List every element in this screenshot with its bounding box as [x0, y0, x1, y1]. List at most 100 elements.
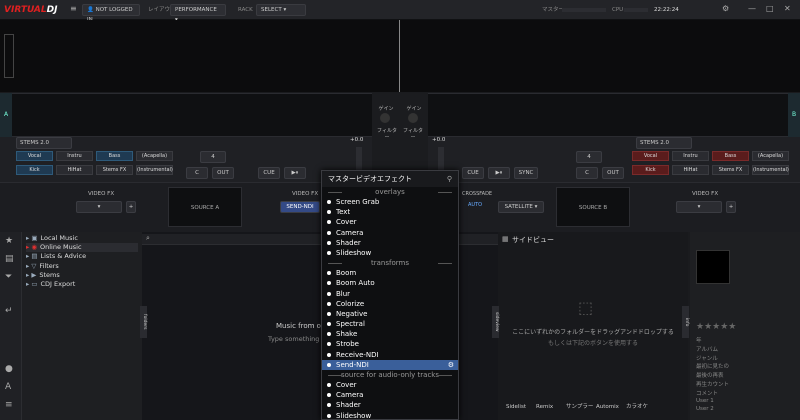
stems-right-select[interactable]: STEMS 2.0	[636, 137, 692, 149]
sideview-button[interactable]: Remix	[536, 400, 553, 414]
tree-item[interactable]: ▸ ▤ Lists & Advice	[26, 252, 86, 261]
stem-pad[interactable]: (Acapella)	[752, 151, 789, 161]
effect-item[interactable]: Slideshow	[322, 248, 458, 258]
gear-icon[interactable]: ⚙	[448, 360, 454, 370]
back-icon[interactable]: ↵	[5, 306, 13, 316]
rack-select[interactable]: SELECT ▾	[256, 4, 306, 16]
loop-in-right[interactable]: C	[576, 167, 598, 179]
effect-item[interactable]: Shader	[322, 400, 458, 410]
satellite-select[interactable]: SATELLITE ▾	[498, 201, 544, 213]
rhythm-waveform[interactable]	[0, 20, 800, 92]
cue-button-left[interactable]: CUE	[258, 167, 280, 179]
stem-pad[interactable]: (Instrumental)	[752, 165, 789, 175]
stem-pad[interactable]: (Acapella)	[136, 151, 173, 161]
stem-pad[interactable]: Vocal	[16, 151, 53, 161]
effect-item[interactable]: Shake	[322, 329, 458, 339]
folders-tab[interactable]: folders	[140, 306, 147, 338]
cue-button-right[interactable]: CUE	[462, 167, 484, 179]
sort-icon[interactable]: ≡	[5, 400, 13, 410]
video-fx-add-left[interactable]: +	[126, 201, 136, 213]
stem-pad[interactable]: HiHat	[672, 165, 709, 175]
effect-item[interactable]: Cover	[322, 380, 458, 390]
stems-left-select[interactable]: STEMS 2.0	[16, 137, 72, 149]
effect-item[interactable]: Receive-NDI	[322, 350, 458, 360]
play-button-right[interactable]: ▶⏸	[488, 167, 510, 179]
play-button-left[interactable]: ▶⏸	[284, 167, 306, 179]
loop-out-right[interactable]: OUT	[602, 167, 624, 179]
sideview-button[interactable]: カラオケ	[626, 400, 648, 414]
star-icon[interactable]: ★	[5, 236, 13, 246]
bullet-icon	[327, 403, 331, 408]
send-ndi-chip[interactable]: SEND-NDI	[280, 201, 320, 213]
menu-icon[interactable]: ≡	[70, 4, 77, 13]
effect-item[interactable]: Send-NDI ⚙	[322, 359, 458, 370]
effect-item-label: Send-NDI	[336, 360, 369, 369]
effect-item[interactable]: Shader	[322, 238, 458, 248]
effect-item[interactable]: Camera	[322, 228, 458, 238]
funnel-icon[interactable]: ⏷	[5, 272, 12, 282]
effect-item[interactable]: Spectral	[322, 319, 458, 329]
stem-pad[interactable]: Kick	[632, 165, 669, 175]
stem-pad[interactable]: Instru	[672, 151, 709, 161]
source-b-preview[interactable]: SOURCE B	[556, 187, 630, 227]
effect-item[interactable]: Boom Auto	[322, 278, 458, 288]
sideview-tab[interactable]: sideview	[492, 306, 499, 338]
tree-item[interactable]: ▸ ◉ Online Music	[26, 243, 138, 253]
effect-item[interactable]: Negative	[322, 309, 458, 319]
bullet-icon	[327, 281, 331, 286]
sideview-button[interactable]: Sidelist	[506, 400, 526, 414]
settings-icon[interactable]: ⚙	[722, 4, 729, 13]
sideview-grid-icon[interactable]: ▦	[502, 235, 509, 243]
tree-item[interactable]: ▸ ▶ Stems	[26, 271, 60, 280]
sideview-button[interactable]: Automix	[596, 400, 619, 414]
stem-pad[interactable]: (Instrumental)	[136, 165, 173, 175]
font-size-icon[interactable]: A	[5, 382, 11, 392]
effect-item[interactable]: Blur	[322, 289, 458, 299]
video-fx-select-left[interactable]: ▾	[76, 201, 122, 213]
maximize-icon[interactable]: □	[766, 4, 774, 13]
tree-item[interactable]: ▸ ▣ Local Music	[26, 234, 78, 243]
gain-knob-right[interactable]	[408, 113, 418, 123]
zoom-slider[interactable]	[4, 34, 14, 78]
tree-item[interactable]: ▸ ▭ CDJ Export	[26, 280, 75, 289]
stem-pad[interactable]: Vocal	[632, 151, 669, 161]
stem-pad[interactable]: Kick	[16, 165, 53, 175]
info-tab[interactable]: info	[682, 306, 689, 338]
video-fx-select-right[interactable]: ▾	[676, 201, 722, 213]
video-fx-add-right[interactable]: +	[726, 201, 736, 213]
login-button[interactable]: 👤 NOT LOGGED IN	[82, 4, 140, 23]
loop-in-left[interactable]: C	[186, 167, 208, 179]
rating-stars[interactable]: ★★★★★	[696, 322, 736, 332]
stem-pad[interactable]: Bass	[96, 151, 133, 161]
stem-pad[interactable]: Instru	[56, 151, 93, 161]
auto-toggle[interactable]: AUTO	[468, 202, 482, 208]
effect-item[interactable]: Camera	[322, 390, 458, 400]
loop-size-left[interactable]: 4	[200, 151, 226, 163]
minimize-icon[interactable]: —	[748, 4, 756, 13]
effect-item[interactable]: Text	[322, 207, 458, 217]
loop-out-left[interactable]: OUT	[212, 167, 234, 179]
effect-item-label: Shader	[336, 238, 361, 247]
effect-item[interactable]: Colorize	[322, 299, 458, 309]
sideview-button[interactable]: サンプラー	[566, 400, 593, 414]
layout-select[interactable]: PERFORMANCE ▾	[170, 4, 226, 23]
effect-item[interactable]: Slideshow	[322, 411, 458, 420]
close-icon[interactable]: ✕	[784, 4, 791, 13]
effect-item[interactable]: Screen Grab	[322, 197, 458, 207]
stem-pad[interactable]: Bass	[712, 151, 749, 161]
stem-pad[interactable]: Stems FX	[96, 165, 133, 175]
record-icon[interactable]: ●	[5, 364, 13, 374]
tree-item[interactable]: ▸ ▽ Filters	[26, 262, 59, 271]
tree-item-label: Online Music	[40, 243, 82, 252]
playlist-icon[interactable]: ▤	[5, 254, 14, 264]
effect-item[interactable]: Strobe	[322, 339, 458, 349]
effect-item[interactable]: Cover	[322, 217, 458, 227]
stem-pad[interactable]: Stems FX	[712, 165, 749, 175]
stem-pad[interactable]: HiHat	[56, 165, 93, 175]
gain-knob-left[interactable]	[380, 113, 390, 123]
sync-button-right[interactable]: SYNC	[514, 167, 538, 179]
pin-icon[interactable]: ⚲	[447, 171, 452, 187]
source-a-preview[interactable]: SOURCE A	[168, 187, 242, 227]
effect-item[interactable]: Boom	[322, 268, 458, 278]
loop-size-right[interactable]: 4	[576, 151, 602, 163]
